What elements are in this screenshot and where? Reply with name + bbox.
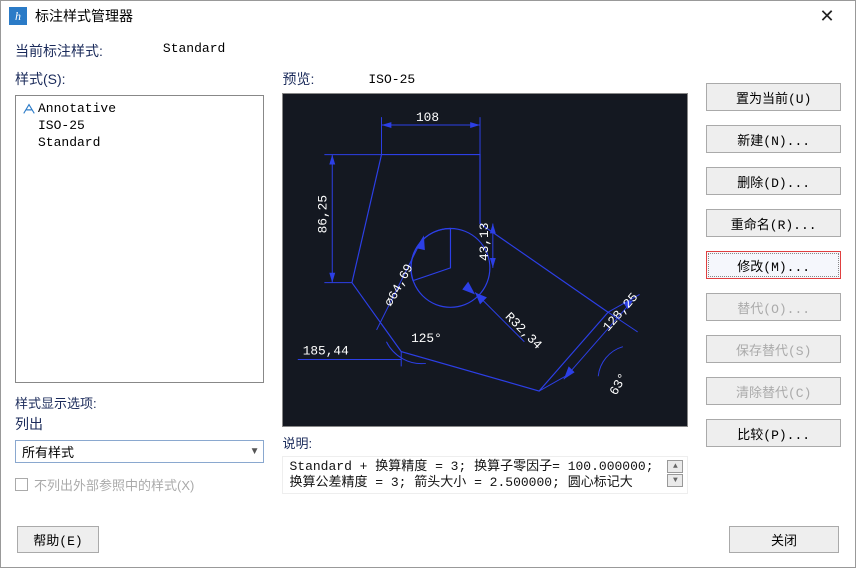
list-item[interactable]: Annotative [22, 100, 257, 117]
no-xref-checkbox[interactable] [15, 478, 28, 491]
preview-panel: 预览: ISO-25 [282, 69, 688, 518]
annotative-icon [22, 102, 36, 116]
current-style-row: 当前标注样式: Standard [15, 41, 841, 61]
delete-button[interactable]: 删除(D)... [706, 167, 841, 195]
rename-button[interactable]: 重命名(R)... [706, 209, 841, 237]
description-line: Standard + 换算精度 = 3; 换算子零因子= 100.000000; [289, 459, 681, 475]
list-item-label: Standard [38, 134, 100, 151]
filter-value: 所有样式 [22, 442, 74, 461]
description-line: 换算公差精度 = 3; 箭头大小 = 2.500000; 圆心标记大 [289, 475, 681, 491]
dim-small-angle: 63° [607, 370, 632, 397]
main-row: 样式(S): Annotative ISO-25 Standard 样式显示选项… [15, 69, 841, 518]
list-out-label: 列出 [15, 414, 264, 434]
button-column: 置为当前(U) 新建(N)... 删除(D)... 重命名(R)... 修改(M… [706, 69, 841, 518]
dim-x-coord: 185,44 [303, 344, 349, 359]
dim-angle: 125° [412, 331, 443, 346]
titlebar: h 标注样式管理器 ✕ [1, 1, 855, 31]
window-title: 标注样式管理器 [35, 6, 807, 26]
dim-slant: 128,25 [600, 290, 642, 335]
close-button[interactable]: 关闭 [729, 526, 839, 553]
modify-button[interactable]: 修改(M)... [706, 251, 841, 279]
set-current-button[interactable]: 置为当前(U) [706, 83, 841, 111]
styles-label: 样式(S): [15, 69, 264, 89]
no-xref-label: 不列出外部参照中的样式(X) [34, 475, 194, 494]
chevron-down-icon: ▼ [250, 446, 260, 457]
new-button[interactable]: 新建(N)... [706, 125, 841, 153]
display-option-label: 样式显示选项: [15, 393, 264, 412]
list-item-label: ISO-25 [38, 117, 85, 134]
preview-canvas: 108 86,25 43,13 [282, 93, 688, 427]
app-icon: h [9, 7, 27, 25]
description-box: Standard + 换算精度 = 3; 换算子零因子= 100.000000;… [282, 456, 688, 494]
preview-label: 预览: [282, 69, 314, 89]
preview-header: 预览: ISO-25 [282, 69, 688, 89]
scroll-up-icon[interactable]: ▲ [667, 460, 683, 473]
description-scroll: ▲ ▼ [667, 460, 683, 487]
dim-radius: R32,34 [502, 309, 545, 352]
list-item[interactable]: Standard [22, 134, 257, 151]
dim-height: 86,25 [316, 195, 331, 233]
list-item[interactable]: ISO-25 [22, 117, 257, 134]
footer: 帮助(E) 关闭 [15, 526, 841, 553]
dim-diameter: ⌀64,69 [382, 261, 417, 309]
list-item-label: Annotative [38, 100, 116, 117]
dialog-window: h 标注样式管理器 ✕ 当前标注样式: Standard 样式(S): Anno… [0, 0, 856, 568]
compare-button[interactable]: 比较(P)... [706, 419, 841, 447]
no-xref-checkbox-row: 不列出外部参照中的样式(X) [15, 475, 264, 494]
dim-vert-small: 43,13 [477, 223, 492, 261]
scroll-down-icon[interactable]: ▼ [667, 474, 683, 487]
help-button[interactable]: 帮助(E) [17, 526, 99, 553]
description-label: 说明: [282, 433, 688, 452]
override-button[interactable]: 替代(O)... [706, 293, 841, 321]
style-list[interactable]: Annotative ISO-25 Standard [15, 95, 264, 383]
current-style-label: 当前标注样式: [15, 41, 103, 61]
content-area: 当前标注样式: Standard 样式(S): Annotative ISO-2… [1, 31, 855, 567]
styles-panel: 样式(S): Annotative ISO-25 Standard 样式显示选项… [15, 69, 264, 518]
save-override-button[interactable]: 保存替代(S) [706, 335, 841, 363]
close-icon[interactable]: ✕ [807, 2, 847, 30]
clear-override-button[interactable]: 清除替代(C) [706, 377, 841, 405]
filter-select[interactable]: 所有样式 ▼ [15, 440, 264, 463]
dim-width: 108 [416, 110, 439, 125]
current-style-value: Standard [163, 41, 225, 61]
preview-name: ISO-25 [368, 72, 415, 87]
